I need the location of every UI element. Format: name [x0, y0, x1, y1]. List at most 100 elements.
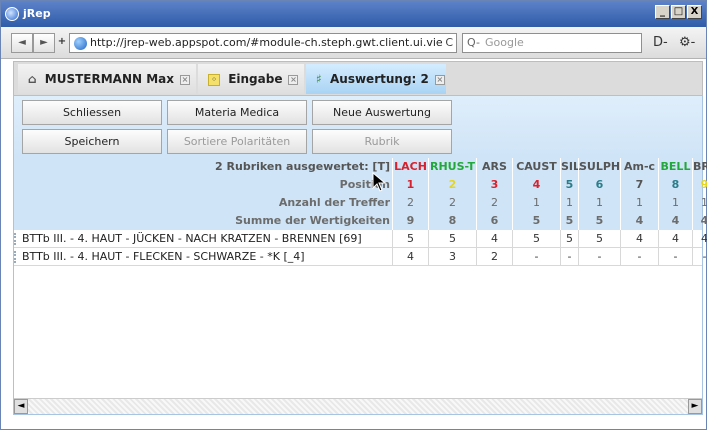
tab-patient-label: MUSTERMANN Max	[44, 72, 175, 86]
tab-auswertung-label: Auswertung: 2	[330, 72, 429, 86]
tab-eingabe[interactable]: ◦ Eingabe ×	[198, 64, 304, 94]
page-menu-icon[interactable]: D-	[653, 35, 668, 50]
position-row: Position 123456789	[14, 176, 707, 194]
tab-patient[interactable]: ⌂ MUSTERMANN Max ×	[18, 64, 196, 94]
maximize-button[interactable]: □	[671, 5, 686, 19]
reload-icon[interactable]: C	[445, 34, 453, 52]
treffer-cell: 1	[578, 194, 620, 212]
remedy-name-cell: BELL	[658, 158, 692, 176]
position-cell: 9	[692, 176, 707, 194]
back-button[interactable]: ◄	[11, 33, 33, 53]
close-tab-icon[interactable]: ×	[288, 74, 299, 85]
summe-cell: 4	[692, 212, 707, 230]
minimize-button[interactable]: _	[655, 5, 670, 19]
rubric-value-cell: 5	[560, 230, 578, 248]
treffer-cell: 1	[692, 194, 707, 212]
treffer-cell: 2	[428, 194, 476, 212]
title-bar: jRep _ □ X	[1, 1, 706, 27]
rubric-value-cell: 4	[620, 230, 658, 248]
position-cell: 2	[428, 176, 476, 194]
rubric-value-cell: 4	[692, 230, 707, 248]
remedy-name-cell: RHUS-T	[428, 158, 476, 176]
drag-handle-icon[interactable]	[14, 251, 18, 263]
window-title: jRep	[23, 7, 51, 20]
tab-auswertung[interactable]: ♯ Auswertung: 2 ×	[306, 64, 446, 94]
input-icon: ◦	[208, 73, 220, 86]
schliessen-button[interactable]: Schliessen	[22, 100, 162, 125]
treffer-label: Anzahl der Treffer	[278, 196, 390, 209]
rubric-value-cell: 4	[476, 230, 512, 248]
sortiere-polaritaeten-button[interactable]: Sortiere Polaritäten	[167, 129, 307, 154]
summe-label: Summe der Wertigkeiten	[235, 214, 390, 227]
url-text: http://jrep-web.appspot.com/#module-ch.s…	[90, 36, 443, 49]
treffer-cell: 2	[476, 194, 512, 212]
mouse-cursor-icon	[372, 172, 387, 192]
search-input[interactable]: Q- Google	[462, 33, 642, 53]
rubric-value-cell: -	[578, 248, 620, 266]
tab-bar: ⌂ MUSTERMANN Max × ◦ Eingabe × ♯ Auswertun…	[13, 61, 703, 95]
tools-menu-icon[interactable]: ⚙-	[679, 35, 695, 50]
url-bar[interactable]: http://jrep-web.appspot.com/#module-ch.s…	[69, 33, 457, 53]
table-row[interactable]: BTTb III. - 4. HAUT - JÜCKEN - NACH KRAT…	[14, 230, 707, 248]
rubric-value-cell: -	[692, 248, 707, 266]
search-icon: Q-	[467, 36, 480, 49]
speichern-button[interactable]: Speichern	[22, 129, 162, 154]
position-cell: 4	[512, 176, 560, 194]
summary-label: 2 Rubriken ausgewertet: [T]	[215, 160, 390, 173]
rubrik-button[interactable]: Rubrik	[312, 129, 452, 154]
position-cell: 5	[560, 176, 578, 194]
treffer-cell: 1	[560, 194, 578, 212]
materia-medica-button[interactable]: Materia Medica	[167, 100, 307, 125]
position-cell: 7	[620, 176, 658, 194]
close-button[interactable]: X	[687, 5, 702, 19]
treffer-cell: 1	[512, 194, 560, 212]
close-tab-icon[interactable]: ×	[180, 74, 191, 85]
summe-cell: 5	[512, 212, 560, 230]
search-placeholder: Google	[485, 36, 524, 49]
rubric-value-cell: 5	[578, 230, 620, 248]
action-button-area: Schliessen Materia Medica Neue Auswertun…	[14, 96, 702, 158]
scroll-left-icon[interactable]: ◄	[14, 399, 28, 414]
close-tab-icon[interactable]: ×	[434, 74, 445, 85]
rubric-value-cell: -	[560, 248, 578, 266]
remedy-name-cell: SIL	[560, 158, 580, 176]
summe-cell: 4	[658, 212, 692, 230]
drag-handle-icon[interactable]	[14, 233, 18, 245]
horizontal-scrollbar[interactable]: ◄ ►	[14, 398, 702, 414]
app-icon	[5, 7, 19, 21]
summe-cell: 8	[428, 212, 476, 230]
forward-button[interactable]: ►	[33, 33, 55, 53]
remedy-header-row: 2 Rubriken ausgewertet: [T] LACH RHUS-T AR…	[14, 158, 707, 176]
neue-auswertung-button[interactable]: Neue Auswertung	[312, 100, 452, 125]
rubric-value-cell: 5	[428, 230, 476, 248]
table-row[interactable]: BTTb III. - 4. HAUT - FLECKEN - SCHWARZE…	[14, 248, 706, 266]
browser-toolbar: ◄ ► + http://jrep-web.appspot.com/#modul…	[1, 27, 706, 59]
summe-cell: 6	[476, 212, 512, 230]
rubric-value-cell: 5	[512, 230, 560, 248]
evaluation-panel: Schliessen Materia Medica Neue Auswertun…	[13, 95, 707, 415]
rubric-label: BTTb III. - 4. HAUT - FLECKEN - SCHWARZE…	[22, 250, 305, 263]
remedy-name-cell: CAUST	[512, 158, 560, 176]
summe-cell: 4	[620, 212, 658, 230]
rubric-value-cell: -	[620, 248, 658, 266]
summe-cell: 5	[578, 212, 620, 230]
summe-cell: 5	[560, 212, 578, 230]
rubric-value-cell: 5	[392, 230, 428, 248]
remedy-name-cell: BRY	[692, 158, 707, 176]
tab-eingabe-label: Eingabe	[228, 72, 283, 86]
summe-row: Summe der Wertigkeiten 986555444	[14, 212, 707, 230]
rubric-value-cell: 3	[428, 248, 476, 266]
remedy-name-cell: Am-c	[620, 158, 658, 176]
rubric-value-cell: 4	[658, 230, 692, 248]
position-cell: 6	[578, 176, 620, 194]
add-bookmark-button[interactable]: +	[55, 33, 69, 53]
globe-icon	[74, 37, 87, 50]
scroll-right-icon[interactable]: ►	[688, 399, 702, 414]
home-icon: ⌂	[28, 72, 37, 86]
position-cell: 1	[392, 176, 428, 194]
remedy-name-cell: SULPH	[578, 158, 620, 176]
position-cell: 3	[476, 176, 512, 194]
treffer-row: Anzahl der Treffer 222111111	[14, 194, 707, 212]
rubric-value-cell: -	[512, 248, 560, 266]
app-window: jRep _ □ X ◄ ► + http://jrep-web.appspot…	[0, 0, 707, 430]
